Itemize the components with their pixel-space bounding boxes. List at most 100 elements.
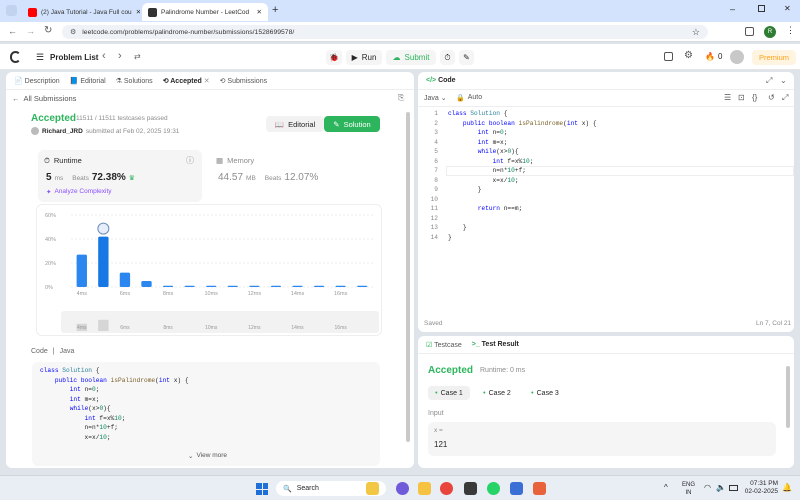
runtime-bar[interactable]: [76, 254, 87, 287]
language-select[interactable]: Java ⌄: [424, 94, 447, 102]
code-editor[interactable]: class Solution { public boolean isPalind…: [448, 109, 597, 242]
battery-icon[interactable]: [729, 485, 738, 491]
tab-accepted[interactable]: ⟲ Accepted ✕: [163, 77, 210, 85]
runtime-card[interactable]: ⏱ Runtime ⓘ 5 ms Beats 72.38% ♛ ✦ Analyze …: [38, 150, 202, 202]
copilot-icon[interactable]: [396, 482, 409, 495]
reload-icon[interactable]: ↻: [44, 25, 52, 36]
widgets-icon[interactable]: [366, 482, 379, 495]
premium-button[interactable]: Premium: [752, 50, 796, 65]
new-tab-button[interactable]: +: [272, 4, 278, 16]
minimize-panel-icon[interactable]: ⌄: [780, 76, 787, 85]
maximize-button[interactable]: [758, 5, 765, 12]
bookmark-icon[interactable]: ⊡: [738, 93, 745, 102]
bookmark-star-icon[interactable]: ☆: [692, 27, 700, 38]
user-avatar[interactable]: [730, 50, 744, 64]
file-explorer-icon[interactable]: [418, 482, 431, 495]
left-scrollbar[interactable]: [406, 112, 410, 442]
tab-editorial[interactable]: 📘 Editorial: [70, 77, 106, 85]
store-icon[interactable]: [510, 482, 523, 495]
info-icon[interactable]: ⓘ: [186, 155, 194, 166]
app-icon[interactable]: [464, 482, 477, 495]
problem-list-link[interactable]: Problem List: [50, 53, 98, 62]
coins-counter[interactable]: 🔥 0: [705, 52, 722, 61]
notes-icon[interactable]: ✎: [459, 50, 474, 65]
window-close-button[interactable]: ✕: [784, 4, 791, 13]
chevron-up-icon[interactable]: ^: [664, 483, 668, 492]
settings-gear-icon[interactable]: ⚙: [684, 50, 693, 61]
runtime-bar[interactable]: [162, 285, 174, 287]
tab-description[interactable]: 📄 Description: [14, 77, 60, 85]
case-1-tab[interactable]: • Case 1: [428, 386, 470, 400]
analyze-complexity-link[interactable]: ✦ Analyze Complexity: [46, 188, 112, 196]
runtime-bar[interactable]: [141, 281, 152, 287]
view-more-link[interactable]: ⌄ View more: [188, 452, 227, 460]
tab-submissions[interactable]: ⟲ Submissions: [220, 77, 268, 85]
windows-start-icon[interactable]: [256, 483, 268, 495]
auto-mode[interactable]: 🔒 Auto: [456, 94, 482, 102]
runtime-bar[interactable]: [270, 285, 282, 287]
browser-tab-palindrome[interactable]: Palindrome Number - LeetCod ✕: [142, 3, 268, 21]
runtime-bar[interactable]: [313, 285, 325, 287]
wifi-icon[interactable]: ◠: [704, 483, 711, 492]
extensions-icon[interactable]: [745, 27, 754, 36]
prev-problem-icon[interactable]: ‹: [102, 50, 106, 62]
run-button[interactable]: ▶ Run: [346, 50, 382, 65]
x-tick-label: 10ms: [204, 291, 218, 297]
reset-icon[interactable]: ↺: [768, 93, 775, 102]
app-icon-2[interactable]: [533, 482, 546, 495]
url-bar[interactable]: ⚙ leetcode.com/problems/palindrome-numbe…: [62, 25, 708, 39]
site-info-icon[interactable]: ⚙: [70, 28, 76, 36]
notification-bell-icon[interactable]: 🔔: [782, 483, 792, 492]
submitter-name[interactable]: Richard_JRD: [42, 128, 83, 135]
shuffle-icon[interactable]: ⇄: [134, 52, 141, 61]
runtime-bar[interactable]: [292, 285, 303, 287]
expand-icon[interactable]: ⤢: [766, 76, 772, 86]
memory-card[interactable]: ▦ Memory 44.57 MB Beats 12.07%: [210, 150, 380, 202]
your-runtime-marker[interactable]: [97, 222, 110, 235]
code-tab[interactable]: </> Code: [426, 77, 456, 84]
case-2-tab[interactable]: • Case 2: [476, 386, 518, 400]
next-problem-icon[interactable]: ›: [118, 50, 122, 62]
profile-avatar[interactable]: R: [764, 26, 776, 38]
braces-icon[interactable]: {}: [752, 93, 757, 102]
close-icon[interactable]: ✕: [257, 8, 262, 16]
editorial-button[interactable]: 📖 Editorial: [266, 116, 324, 132]
chrome-icon[interactable]: [440, 482, 453, 495]
submit-button[interactable]: ☁ Submit: [386, 50, 436, 65]
debug-button[interactable]: 🐞: [326, 50, 342, 65]
clock[interactable]: 07:31 PM 02-02-2025: [744, 480, 778, 496]
runtime-bar[interactable]: [98, 236, 109, 287]
runtime-chart-scrubber[interactable]: 4ms 6ms 8ms 10ms 12ms 14ms 16ms: [37, 307, 383, 335]
tab-search-icon[interactable]: [6, 5, 17, 16]
close-icon[interactable]: ✕: [136, 8, 140, 16]
whatsapp-icon[interactable]: [487, 482, 500, 495]
minimize-button[interactable]: –: [730, 4, 735, 14]
case-3-tab[interactable]: • Case 3: [524, 386, 566, 400]
fullscreen-icon[interactable]: ⤢: [782, 93, 788, 103]
runtime-bar[interactable]: [184, 285, 195, 287]
share-icon[interactable]: ⎘: [398, 93, 404, 103]
layout-icon[interactable]: [664, 52, 673, 61]
tab-solutions[interactable]: ⚗ Solutions: [116, 77, 153, 85]
test-scrollbar[interactable]: [786, 366, 790, 428]
runtime-bar[interactable]: [249, 285, 260, 287]
volume-icon[interactable]: 🔈: [716, 483, 726, 492]
input-var-value: 121: [434, 440, 448, 449]
runtime-bar[interactable]: [206, 285, 217, 287]
runtime-bar[interactable]: [335, 285, 346, 287]
runtime-bar[interactable]: [357, 285, 368, 287]
forward-arrow-icon[interactable]: →: [26, 26, 35, 36]
language-indicator[interactable]: ENG IN: [682, 481, 695, 497]
leetcode-logo[interactable]: [10, 51, 21, 63]
runtime-bar[interactable]: [227, 285, 238, 287]
all-submissions-link[interactable]: ← All Submissions: [12, 94, 76, 103]
solution-button[interactable]: ✎ Solution: [324, 116, 380, 132]
timer-icon[interactable]: ⏱: [440, 50, 455, 65]
runtime-bar[interactable]: [119, 272, 131, 287]
browser-menu-icon[interactable]: ⋮: [786, 25, 795, 36]
tab-test-result[interactable]: >_ Test Result: [472, 341, 519, 348]
format-icon[interactable]: ☰: [724, 93, 731, 102]
back-arrow-icon[interactable]: ←: [8, 26, 17, 36]
browser-tab-java-tutorial[interactable]: (2) Java Tutorial - Java Full cou ✕: [22, 3, 140, 21]
tab-testcase[interactable]: ☑ Testcase: [426, 341, 462, 349]
